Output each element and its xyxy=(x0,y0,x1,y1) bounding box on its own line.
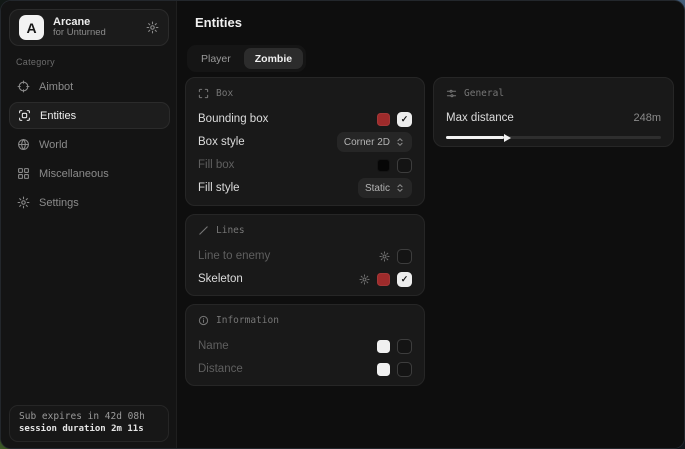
chevrons-up-down-icon xyxy=(395,137,405,147)
checkbox[interactable]: ✓ xyxy=(397,272,412,287)
color-swatch[interactable] xyxy=(377,159,390,172)
setting-label: Fill box xyxy=(198,159,234,171)
setting-row-distance: Distance xyxy=(198,358,412,380)
checkbox[interactable] xyxy=(397,158,412,173)
subscription-status-card: Sub expires in 42d 08h session duration … xyxy=(9,405,169,442)
checkbox[interactable] xyxy=(397,339,412,354)
setting-row-fill-box: Fill box xyxy=(198,154,412,176)
max-distance-row: Max distance 248m xyxy=(446,108,661,128)
gear-icon[interactable] xyxy=(379,251,390,262)
sidebar-nav: Aimbot Entities World Miscellaneous xyxy=(9,73,170,216)
chevrons-up-down-icon xyxy=(395,183,405,193)
gear-icon[interactable] xyxy=(146,21,159,34)
setting-row-box-style: Box style Corner 2D xyxy=(198,131,412,153)
scan-corners-icon xyxy=(198,88,209,99)
gear-icon xyxy=(17,196,30,209)
max-distance-slider[interactable] xyxy=(446,136,661,139)
sidebar-item-settings[interactable]: Settings xyxy=(9,189,170,216)
setting-row-skeleton: Skeleton ✓ xyxy=(198,268,412,290)
box-style-select[interactable]: Corner 2D xyxy=(337,132,412,152)
select-value: Static xyxy=(365,183,390,194)
tab-zombie[interactable]: Zombie xyxy=(244,48,303,69)
lines-card: Lines Line to enemy Skeleton xyxy=(185,214,425,296)
information-card-title: Information xyxy=(216,315,279,326)
setting-label: Skeleton xyxy=(198,273,243,285)
checkbox[interactable] xyxy=(397,362,412,377)
general-card-header: General xyxy=(446,88,661,99)
app-logo: A xyxy=(19,15,44,40)
sidebar-item-label: Entities xyxy=(40,110,76,122)
session-duration-text: session duration 2m 11s xyxy=(19,424,159,434)
color-swatch[interactable] xyxy=(377,113,390,126)
lines-card-header: Lines xyxy=(198,225,412,236)
sliders-icon xyxy=(446,88,457,99)
sidebar-item-entities[interactable]: Entities xyxy=(9,102,170,129)
setting-row-bounding-box: Bounding box ✓ xyxy=(198,108,412,130)
setting-row-line-to-enemy: Line to enemy xyxy=(198,245,412,267)
select-value: Corner 2D xyxy=(344,137,390,148)
sidebar-item-miscellaneous[interactable]: Miscellaneous xyxy=(9,160,170,187)
sidebar-item-label: Miscellaneous xyxy=(39,168,109,180)
app-subtitle: for Unturned xyxy=(53,28,137,39)
general-card: General Max distance 248m xyxy=(433,77,674,147)
setting-label: Distance xyxy=(198,363,243,375)
check-icon: ✓ xyxy=(401,275,409,284)
app-title-block: Arcane for Unturned xyxy=(53,16,137,40)
checkbox[interactable] xyxy=(397,249,412,264)
globe-icon xyxy=(17,138,30,151)
sidebar-item-aimbot[interactable]: Aimbot xyxy=(9,73,170,100)
sidebar-item-label: Settings xyxy=(39,197,79,209)
general-card-title: General xyxy=(464,88,504,99)
setting-label: Line to enemy xyxy=(198,250,270,262)
checkbox[interactable]: ✓ xyxy=(397,112,412,127)
setting-label: Box style xyxy=(198,136,245,148)
tab-player[interactable]: Player xyxy=(190,48,242,69)
information-card: Information Name Distance xyxy=(185,304,425,386)
sidebar-item-label: World xyxy=(39,139,68,151)
sidebar-item-label: Aimbot xyxy=(39,81,73,93)
slider-label: Max distance xyxy=(446,112,514,124)
grid-icon xyxy=(17,167,30,180)
slider-value: 248m xyxy=(633,112,661,124)
crosshair-icon xyxy=(17,80,30,93)
box-card-title: Box xyxy=(216,88,233,99)
slider-thumb[interactable] xyxy=(504,134,511,142)
sub-expiry-text: Sub expires in 42d 08h xyxy=(19,411,159,422)
gear-icon[interactable] xyxy=(359,274,370,285)
color-swatch[interactable] xyxy=(377,363,390,376)
setting-row-name: Name xyxy=(198,335,412,357)
fill-style-select[interactable]: Static xyxy=(358,178,412,198)
category-label: Category xyxy=(16,57,55,67)
color-swatch[interactable] xyxy=(377,340,390,353)
information-card-header: Information xyxy=(198,315,412,326)
sidebar-item-world[interactable]: World xyxy=(9,131,170,158)
entity-tabs: Player Zombie xyxy=(187,45,306,72)
sidebar: A Arcane for Unturned Category Aimbot xyxy=(1,1,177,448)
lines-card-title: Lines xyxy=(216,225,245,236)
setting-label: Name xyxy=(198,340,229,352)
diagonal-line-icon xyxy=(198,225,209,236)
info-icon xyxy=(198,315,209,326)
scan-entity-icon xyxy=(18,109,31,122)
app-logo-letter: A xyxy=(26,20,36,36)
app-window: A Arcane for Unturned Category Aimbot xyxy=(0,0,685,449)
box-card: Box Bounding box ✓ Box style Corner 2D xyxy=(185,77,425,206)
slider-fill xyxy=(446,136,504,139)
main-content: Entities Player Zombie Box Bounding box … xyxy=(178,1,684,448)
check-icon: ✓ xyxy=(401,115,409,124)
app-header-card: A Arcane for Unturned xyxy=(9,9,169,46)
setting-label: Fill style xyxy=(198,182,240,194)
color-swatch[interactable] xyxy=(377,273,390,286)
box-card-header: Box xyxy=(198,88,412,99)
setting-label: Bounding box xyxy=(198,113,268,125)
page-title: Entities xyxy=(195,15,242,30)
setting-row-fill-style: Fill style Static xyxy=(198,177,412,199)
